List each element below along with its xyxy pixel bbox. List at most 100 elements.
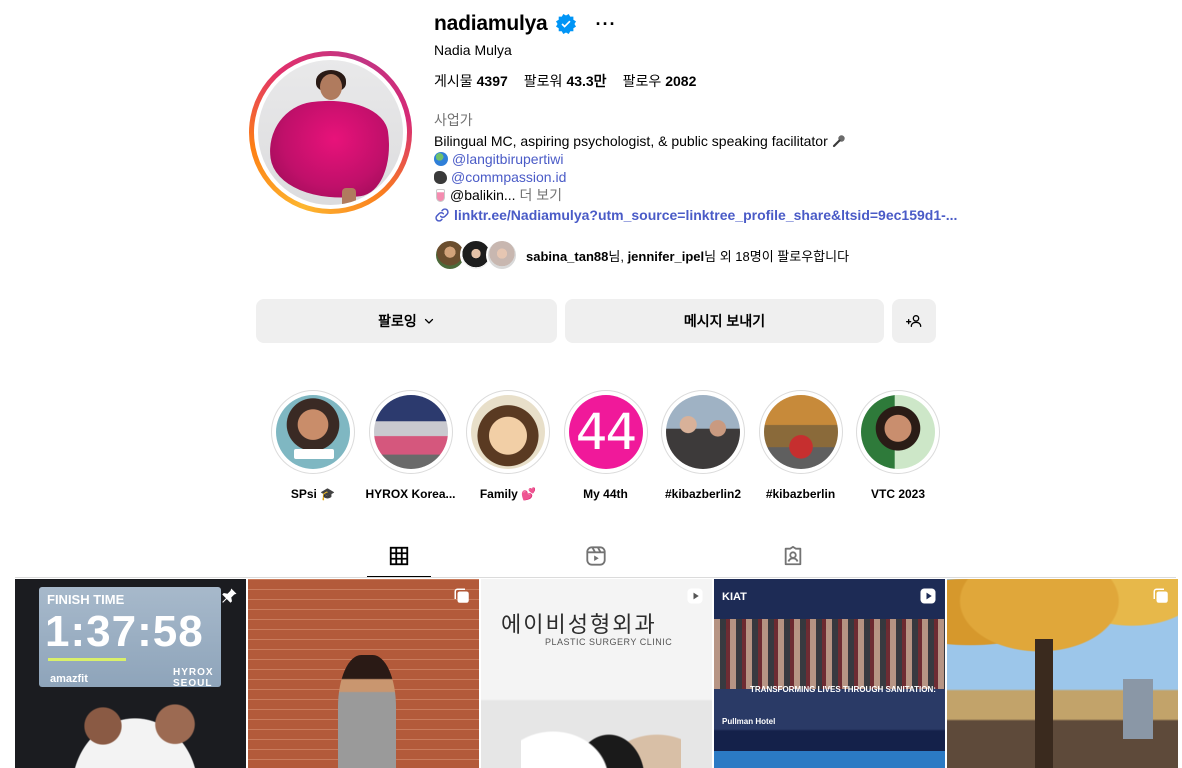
highlight-label: My 44th: [583, 487, 628, 501]
post-banner: [714, 751, 945, 768]
avatar-head-shape: [320, 74, 342, 100]
followed-by-avatars: [434, 239, 518, 271]
followed-by-row[interactable]: sabina_tan88님, jennifer_ipel님 외 18명이 팔로우…: [434, 238, 849, 272]
followed-by-user[interactable]: jennifer_ipel: [628, 249, 705, 264]
following-button-label: 팔로잉: [378, 313, 417, 329]
microphone-icon: [832, 135, 845, 148]
stat-followers[interactable]: 팔로워 43.3만: [524, 71, 607, 91]
grid-icon: [389, 546, 409, 565]
profile-link[interactable]: linktr.ee/Nadiamulya?utm_source=linktree…: [434, 207, 957, 223]
highlight-ring: [758, 390, 843, 474]
profile-category: 사업가: [434, 112, 473, 128]
speaking-head-icon: [434, 171, 447, 184]
suggested-people-button[interactable]: [892, 299, 936, 343]
username-row: nadiamulya ···: [434, 10, 617, 38]
highlight-label: VTC 2023: [870, 487, 926, 501]
followed-by-suffix: 님 외 18명이 팔로우합니다: [704, 248, 850, 264]
highlight-label: HYROX Korea...: [365, 487, 456, 501]
bio-line-4: @balikin... 더 보기: [434, 186, 954, 204]
full-name: Nadia Mulya: [434, 42, 512, 58]
post-text: 에이비성형외과: [501, 613, 657, 638]
stat-posts-label: 게시물: [434, 73, 473, 89]
post-clinic[interactable]: 에이비성형외과 PLASTIC SURGERY CLINIC: [481, 579, 712, 768]
post-people: [55, 699, 215, 768]
tab-posts[interactable]: [367, 535, 431, 578]
highlight-cover: [471, 395, 545, 469]
following-button[interactable]: 팔로잉: [256, 299, 557, 343]
highlight-label: SPsi 🎓: [290, 487, 336, 501]
video-icon: [920, 588, 936, 604]
post-text: amazfit: [50, 673, 88, 685]
highlight-cover: [666, 395, 740, 469]
tagged-icon: [784, 545, 802, 566]
avatar-dress-shape: [263, 92, 397, 205]
pin-icon: [222, 588, 237, 603]
stat-followers-value: 43.3만: [566, 73, 607, 89]
highlight-kibazberlin[interactable]: #kibazberlin: [758, 390, 843, 501]
bubble-tea-icon: [436, 189, 445, 202]
post-trunk: [1035, 639, 1053, 768]
video-icon: [687, 588, 703, 604]
stat-posts[interactable]: 게시물 4397: [434, 71, 508, 91]
profile-bio: Bilingual MC, aspiring psychologist, & p…: [434, 132, 954, 204]
bio-mention-langitbirupertiwi[interactable]: @langitbirupertiwi: [452, 151, 563, 167]
post-person: [338, 655, 396, 768]
highlight-vtc-2023[interactable]: VTC 2023: [856, 390, 940, 501]
tab-reels[interactable]: [564, 535, 628, 577]
post-hyrox-finish[interactable]: FINISH TIME 1:37:58 amazfit HYROX SEOUL: [15, 579, 246, 768]
post-autumn-tree[interactable]: [947, 579, 1178, 768]
post-foliage: [947, 579, 1178, 689]
bio-more-link[interactable]: 더 보기: [516, 187, 562, 203]
post-text: 1:37:58: [45, 607, 204, 656]
post-text: PLASTIC SURGERY CLINIC: [545, 637, 673, 647]
profile-tabs: [0, 535, 1182, 579]
highlight-label: #kibazberlin2: [664, 487, 742, 501]
post-people: [521, 669, 681, 768]
bio-text: Bilingual MC, aspiring psychologist, & p…: [434, 133, 828, 149]
follower-avatar: [486, 239, 518, 271]
post-sanitation-event[interactable]: KIAT TRANSFORMING LIVES THROUGH SANITATI…: [714, 579, 945, 768]
highlight-kibazberlin2[interactable]: #kibazberlin2: [661, 390, 745, 501]
stat-following[interactable]: 팔로우 2082: [623, 71, 697, 91]
username: nadiamulya: [434, 12, 548, 35]
bio-line-1: Bilingual MC, aspiring psychologist, & p…: [434, 132, 954, 150]
tab-tagged[interactable]: [761, 535, 825, 577]
post-text: TRANSFORMING LIVES THROUGH SANITATION:: [750, 685, 936, 694]
highlight-cover: [763, 395, 838, 469]
verified-badge-icon: [555, 14, 576, 34]
stat-posts-value: 4397: [476, 73, 508, 89]
highlight-my-44th[interactable]: 44 My 44th: [563, 390, 648, 501]
highlight-label: Family 💕: [479, 487, 537, 501]
highlight-cover-text: 44: [575, 403, 638, 461]
highlight-ring: [466, 390, 550, 474]
highlight-family[interactable]: Family 💕: [466, 390, 550, 501]
carousel-icon: [454, 588, 469, 603]
followed-by-user[interactable]: sabina_tan88: [526, 249, 608, 264]
post-building: [1123, 679, 1153, 739]
post-grid: FINISH TIME 1:37:58 amazfit HYROX SEOUL …: [15, 579, 1178, 768]
post-text: KIAT: [722, 591, 747, 603]
message-button[interactable]: 메시지 보내기: [565, 299, 884, 343]
post-scoreboard-bar: [48, 658, 126, 661]
story-highlights: SPsi 🎓 HYROX Korea... Family 💕 44 My 44t…: [271, 390, 940, 501]
carousel-icon: [1153, 588, 1168, 603]
highlight-cover: [276, 395, 350, 469]
bio-mention-commpassion[interactable]: @commpassion.id: [451, 169, 566, 185]
post-text: FINISH TIME: [47, 592, 125, 607]
message-button-label: 메시지 보내기: [683, 313, 766, 329]
reels-icon: [586, 546, 606, 566]
stat-following-label: 팔로우: [622, 73, 662, 89]
highlight-ring: [661, 390, 745, 474]
profile-link-text: linktr.ee/Nadiamulya?utm_source=linktree…: [454, 207, 958, 223]
highlight-ring: [368, 390, 453, 474]
followed-by-separator: 님,: [608, 248, 628, 264]
bio-truncated-text: @balikin...: [450, 187, 516, 203]
add-person-icon: [906, 315, 922, 327]
highlight-ring: [271, 390, 355, 474]
highlight-spsi[interactable]: SPsi 🎓: [271, 390, 355, 501]
profile-avatar[interactable]: [249, 51, 412, 214]
post-brick-wall[interactable]: [248, 579, 479, 768]
highlight-hyrox[interactable]: HYROX Korea...: [365, 390, 456, 501]
highlight-cover: [861, 395, 935, 469]
more-options-button[interactable]: ···: [596, 15, 617, 33]
